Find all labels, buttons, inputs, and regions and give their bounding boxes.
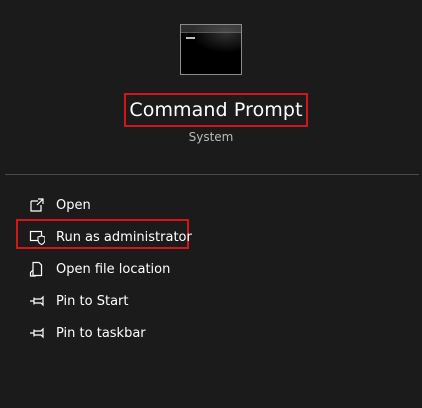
menu-item-run-as-administrator[interactable]: Run as administrator xyxy=(28,226,192,248)
divider xyxy=(5,174,419,175)
admin-shield-icon xyxy=(28,228,46,246)
menu-item-label: Run as administrator xyxy=(56,229,192,245)
menu-item-pin-to-taskbar[interactable]: Pin to taskbar xyxy=(28,322,146,344)
start-menu-app-panel: Command Prompt System Open Run as admini… xyxy=(0,0,422,408)
menu-item-label: Open xyxy=(56,197,91,213)
pin-icon xyxy=(28,292,46,310)
menu-item-open[interactable]: Open xyxy=(28,194,91,216)
app-title: Command Prompt xyxy=(129,99,303,121)
app-title-highlighted[interactable]: Command Prompt xyxy=(124,93,308,127)
app-subtitle: System xyxy=(188,130,234,144)
icon-prompt-glyph xyxy=(186,37,195,39)
menu-item-open-file-location[interactable]: Open file location xyxy=(28,258,170,280)
open-icon xyxy=(28,196,46,214)
menu-item-pin-to-start[interactable]: Pin to Start xyxy=(28,290,128,312)
pin-icon xyxy=(28,324,46,342)
menu-item-label: Open file location xyxy=(56,261,171,277)
menu-item-label: Pin to Start xyxy=(56,293,129,309)
file-location-icon xyxy=(28,260,46,278)
icon-glow xyxy=(191,25,241,53)
menu-item-label: Pin to taskbar xyxy=(56,325,146,341)
command-prompt-icon xyxy=(180,24,242,75)
